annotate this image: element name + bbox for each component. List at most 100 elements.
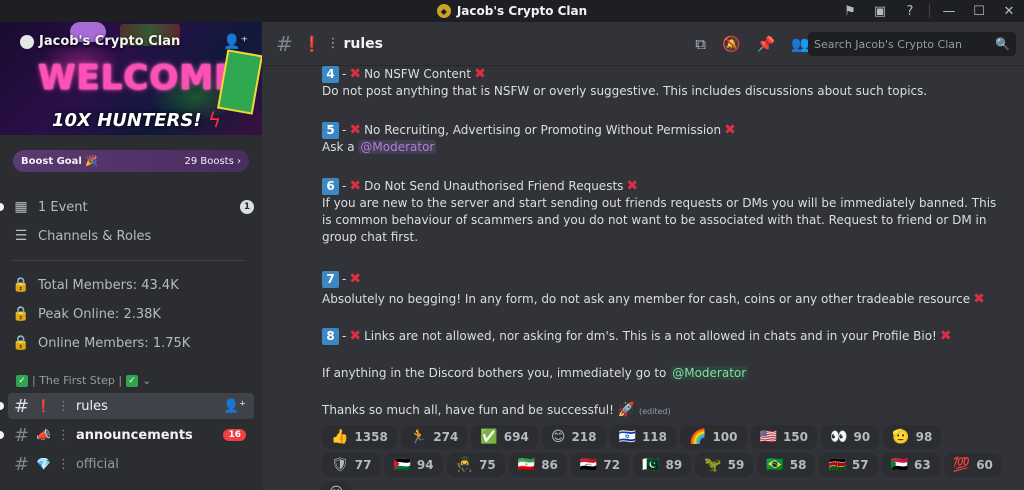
flag-icon[interactable]: ⚑ <box>835 0 865 22</box>
add-member-icon[interactable]: 👤⁺ <box>223 399 246 414</box>
reaction-count: 57 <box>851 458 869 472</box>
check-mark-icon: ✅ <box>480 429 498 445</box>
close-icon[interactable]: ✕ <box>994 0 1024 22</box>
events-item[interactable]: ▦ 1 Event 1 <box>12 194 254 220</box>
rule-7: 7 - ✖ Absolutely no begging! In any form… <box>322 271 1002 308</box>
flag-iraq-icon: 🇮🇶 <box>579 457 598 473</box>
dash: - <box>342 123 347 137</box>
channel-emoji: ❗ <box>36 399 51 413</box>
moderator-mention[interactable]: @Moderator <box>358 140 437 154</box>
reactions-bar: 👍 1358 🏃 274 ✅ 694 😊 218 🇮🇱 118 🌈 100 🇺🇸 150 👀 9… <box>322 425 1002 490</box>
flag-iran-icon: 🇮🇷 <box>517 457 536 473</box>
rule-title-row: 8 - ✖ Links are not allowed, nor asking … <box>322 328 1002 345</box>
channel-separator: ⋮ <box>56 398 70 414</box>
flag-kenya-icon: 🇰🇪 <box>828 457 846 473</box>
channel-label: announcements <box>75 427 193 443</box>
stat-label: Total Members: 43.4K <box>38 277 179 293</box>
flag-palestine-icon: 🇵🇸 <box>393 457 411 473</box>
ninja-icon: 🥷 <box>455 457 474 473</box>
events-label: 1 Event <box>38 199 88 215</box>
stat-total-members: 🔒 Total Members: 43.4K <box>12 272 254 298</box>
reaction[interactable]: 🦖 59 <box>695 453 754 477</box>
reaction[interactable]: 😊 218 <box>541 425 606 449</box>
search-box[interactable]: 🔍 <box>808 32 1016 56</box>
minimize-icon[interactable]: — <box>934 0 964 22</box>
reaction-count: 218 <box>571 430 597 444</box>
reaction[interactable]: 🇵🇸 94 <box>384 453 443 477</box>
chevron-down-icon: ⌄ <box>142 374 152 387</box>
mention-badge: 16 <box>223 429 246 441</box>
reaction-count: 72 <box>603 458 621 472</box>
reaction[interactable]: 🇮🇶 72 <box>570 453 630 477</box>
category-label: | The First Step | <box>32 374 123 387</box>
channel-separator: ⋮ <box>56 456 70 472</box>
rule-body: If you are new to the server and start s… <box>322 196 997 244</box>
category-header[interactable]: ✓ | The First Step | ✓ ⌄ <box>16 374 151 387</box>
rule-title: Links are not allowed, nor asking for dm… <box>364 329 937 343</box>
dash: - <box>342 272 347 286</box>
boost-count: 29 Boosts › <box>184 155 241 167</box>
dinosaur-icon: 🦖 <box>704 457 722 473</box>
reaction[interactable]: 🏃 274 <box>400 425 468 449</box>
dash: - <box>342 329 347 343</box>
list-search-icon: ☰ <box>14 228 28 244</box>
add-reaction-button[interactable]: ☺ <box>322 481 351 490</box>
moderator-mention[interactable]: @Moderator <box>670 366 749 380</box>
cross-mark-icon: ✖ <box>724 122 736 138</box>
unread-indicator <box>0 203 4 211</box>
search-input[interactable] <box>814 37 994 51</box>
reaction[interactable]: ✅ 694 <box>471 425 538 449</box>
reaction-count: 89 <box>665 458 683 472</box>
reaction[interactable]: 🇰🇪 57 <box>819 453 878 477</box>
reaction[interactable]: 🇸🇩 63 <box>881 453 940 477</box>
server-name-button[interactable]: Jacob's Crypto Clan <box>20 34 180 49</box>
reaction[interactable]: 🌈 100 <box>680 425 747 449</box>
stat-peak-online: 🔒 Peak Online: 2.38K <box>12 301 254 327</box>
reaction-count: 94 <box>416 458 434 472</box>
reaction[interactable]: 🇮🇱 118 <box>609 425 677 449</box>
reaction[interactable]: 👍 1358 <box>322 425 397 449</box>
cross-mark-icon: ✖ <box>626 178 639 194</box>
window-title: Jacob's Crypto Clan <box>456 4 588 18</box>
reaction[interactable]: 🇧🇷 58 <box>757 453 816 477</box>
rule-number: 7 <box>322 271 339 288</box>
reaction[interactable]: 🇵🇰 89 <box>633 453 692 477</box>
boost-goal-bar[interactable]: Boost Goal 🎉 29 Boosts › <box>13 150 249 172</box>
sidebar-divider <box>12 260 246 261</box>
reaction-count: 90 <box>853 430 871 444</box>
mute-bell-icon[interactable]: 🔕 <box>722 35 741 53</box>
rule-title-row: 7 - ✖ Absolutely no begging! In any form… <box>322 271 1002 308</box>
maximize-icon[interactable]: ☐ <box>964 0 994 22</box>
channel-announcements[interactable]: # 📣 ⋮ announcements 16 <box>8 422 254 448</box>
screen-icon[interactable]: ▣ <box>865 0 895 22</box>
invite-people-icon[interactable]: 👤⁺ <box>223 34 248 50</box>
flag-brazil-icon: 🇧🇷 <box>766 457 784 473</box>
reaction[interactable]: 👀 90 <box>821 425 880 449</box>
checkmark-icon: ✓ <box>16 374 28 387</box>
channel-rules[interactable]: # ❗ ⋮ rules 👤⁺ <box>8 393 254 419</box>
reaction[interactable]: 🇺🇸 150 <box>750 425 818 449</box>
lightning-bolt-icon: ϟ <box>208 108 222 132</box>
server-banner[interactable]: Jacob's Crypto Clan 👤⁺ WELCOME 10X HUNTE… <box>0 22 262 135</box>
channel-official[interactable]: # 💎 ⋮ official <box>8 451 254 477</box>
cross-mark-icon: ✖ <box>474 66 486 82</box>
shield-icon: 🛡 <box>331 457 349 473</box>
rule-title-row: 5 - ✖ No Recruiting, Advertising or Prom… <box>322 122 1002 139</box>
reaction[interactable]: 🫡 98 <box>883 425 942 449</box>
help-icon[interactable]: ? <box>895 0 925 22</box>
reaction[interactable]: 🇮🇷 86 <box>508 453 567 477</box>
rule-title: Do Not Send Unauthorised Friend Requests <box>364 179 624 193</box>
app-logo-icon: ◆ <box>436 4 451 18</box>
reaction-count: 274 <box>433 430 459 444</box>
lock-icon: 🔒 <box>12 306 30 322</box>
rule-body: Do not post anything that is NSFW or ove… <box>322 84 928 98</box>
rule-number: 5 <box>322 122 339 139</box>
reaction[interactable]: 🥷 75 <box>446 453 505 477</box>
message-area: 4 - ✖ No NSFW Content ✖ Do not post anyt… <box>262 66 1024 490</box>
reaction[interactable]: 🛡 77 <box>322 453 381 477</box>
channels-roles-item[interactable]: ☰ Channels & Roles <box>12 223 254 249</box>
reaction[interactable]: 💯 60 <box>943 453 1002 477</box>
threads-icon[interactable]: ⧉ <box>695 35 706 53</box>
pin-icon[interactable]: 📌 <box>757 35 776 53</box>
checkmark-icon: ✓ <box>126 374 139 387</box>
